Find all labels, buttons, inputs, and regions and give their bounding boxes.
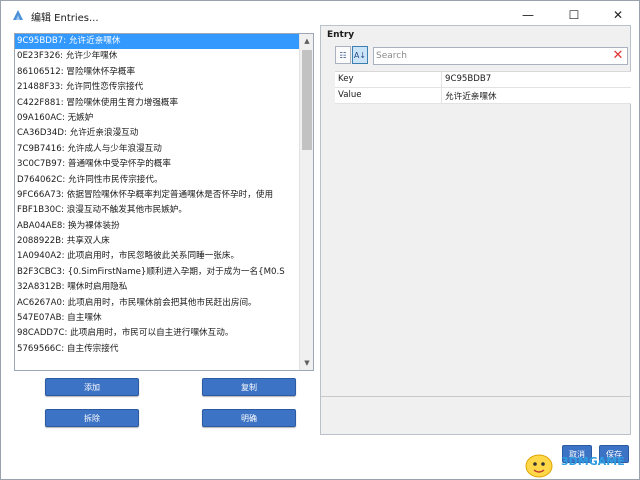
- property-grid: Key 9C95BDB7 Value 允许近亲嘿休: [335, 71, 631, 104]
- list-item[interactable]: AC6267A0: 此项启用时，市民嘿休前会把其他市民赶出房间。: [15, 296, 300, 311]
- watermark-mascot-icon: [525, 454, 553, 478]
- property-value[interactable]: 允许近亲嘿休: [445, 90, 497, 102]
- scroll-down-icon[interactable]: ▼: [300, 356, 313, 370]
- copy-button[interactable]: 复制: [202, 378, 296, 396]
- confirm-button[interactable]: 明确: [202, 409, 296, 427]
- entries-list[interactable]: 9C95BDB7: 允许近亲嘿休 0E23F326: 允许少年嘿休 86106512…: [15, 34, 300, 370]
- edit-entries-window: 编辑 Entries... — ☐ ✕ 9C95BDB7: 允许近亲嘿休 0E23…: [0, 0, 640, 480]
- scroll-thumb[interactable]: [302, 50, 312, 150]
- list-item[interactable]: 32A8312B: 嘿休时启用隐私: [15, 280, 300, 295]
- property-grid-margin: [321, 71, 335, 105]
- property-value[interactable]: 9C95BDB7: [445, 74, 491, 84]
- list-scrollbar[interactable]: ▲ ▼: [299, 34, 313, 370]
- list-item[interactable]: CA36D34D: 允许近亲浪漫互动: [15, 126, 300, 141]
- list-item[interactable]: 1A0940A2: 此项启用时，市民忽略彼此关系同睡一张床。: [15, 249, 300, 264]
- property-row-value[interactable]: Value 允许近亲嘿休: [335, 88, 631, 104]
- list-item[interactable]: 9FC66A73: 依据冒险嘿休怀孕概率判定普通嘿休是否怀孕时，使用: [15, 188, 300, 203]
- list-item[interactable]: 09A160AC: 无嫉妒: [15, 111, 300, 126]
- search-box[interactable]: ✕: [373, 47, 628, 65]
- list-item[interactable]: 547E07AB: 自主嘿休: [15, 311, 300, 326]
- alphabetical-sort-icon[interactable]: A↓: [352, 46, 368, 64]
- list-item[interactable]: 2088922B: 共享双人床: [15, 234, 300, 249]
- list-item[interactable]: 7C9B7416: 允许成人与少年浪漫互动: [15, 142, 300, 157]
- list-item[interactable]: 21488F33: 允许同性恋传宗接代: [15, 80, 300, 95]
- property-row-key[interactable]: Key 9C95BDB7: [335, 72, 631, 88]
- entry-panel: Entry ☷ A↓ ✕ Key 9C95BDB7 Value 允许近亲嘿休: [320, 25, 631, 435]
- clear-search-icon[interactable]: ✕: [611, 48, 625, 64]
- categorized-sort-icon[interactable]: ☷: [335, 46, 351, 64]
- description-divider[interactable]: [321, 396, 630, 397]
- column-divider: [441, 72, 442, 88]
- window-title: 编辑 Entries...: [31, 13, 99, 24]
- search-input[interactable]: [376, 49, 606, 63]
- list-item[interactable]: 98CADD7C: 此项启用时，市民可以自主进行嘿休互动。: [15, 326, 300, 341]
- list-item[interactable]: D764062C: 允许同性市民传宗接代。: [15, 173, 300, 188]
- add-button[interactable]: 添加: [45, 378, 139, 396]
- watermark-text: 3DMGAME: [561, 455, 625, 468]
- list-item[interactable]: C422F881: 冒险嘿休使用生育力增强概率: [15, 96, 300, 111]
- list-item[interactable]: 86106512: 冒险嘿休怀孕概率: [15, 65, 300, 80]
- list-item[interactable]: B2F3CBC3: {0.SimFirstName}顺利进入孕期，对于成为一名{…: [15, 265, 300, 280]
- list-item[interactable]: FBF1B30C: 浪漫互动不触发其他市民嫉妒。: [15, 203, 300, 218]
- property-name: Value: [338, 90, 362, 100]
- list-item[interactable]: 9C95BDB7: 允许近亲嘿休: [15, 34, 300, 50]
- entries-list-box[interactable]: 9C95BDB7: 允许近亲嘿休 0E23F326: 允许少年嘿休 86106512…: [14, 33, 314, 371]
- delete-button[interactable]: 拆除: [45, 409, 139, 427]
- list-item[interactable]: ABA04AE8: 换为裸体装扮: [15, 219, 300, 234]
- scroll-up-icon[interactable]: ▲: [300, 34, 313, 48]
- entry-header: Entry: [327, 30, 355, 40]
- property-name: Key: [338, 74, 354, 84]
- list-item[interactable]: 5769566C: 自主传宗接代: [15, 342, 300, 357]
- column-divider: [441, 88, 442, 104]
- list-item[interactable]: 3C0C7B97: 普通嘿休中受孕怀孕的概率: [15, 157, 300, 172]
- app-icon: [11, 8, 25, 22]
- watermark: 3DMGAME: [519, 449, 637, 479]
- list-item[interactable]: 0E23F326: 允许少年嘿休: [15, 49, 300, 64]
